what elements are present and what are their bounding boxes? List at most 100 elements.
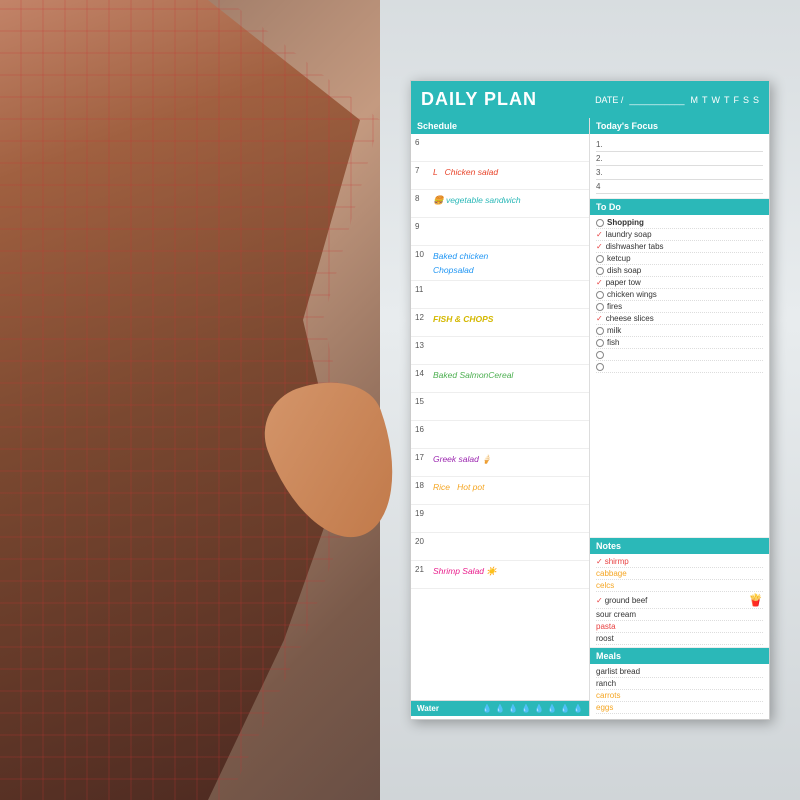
time-17: 17: [411, 451, 429, 462]
schedule-content-20: [429, 535, 589, 537]
schedule-content-9: [429, 220, 589, 222]
drop-8: 💧: [573, 704, 583, 713]
schedule-row-17: 17 Greek salad 🍦: [411, 449, 589, 477]
todo-checkbox-shopping: [596, 219, 604, 227]
note-item-groundbeef: ✓ ground beef 🍟: [596, 592, 763, 609]
schedule-row-7: 7 L Chicken salad: [411, 162, 589, 190]
schedule-content-21: Shrimp Salad ☀️: [429, 563, 589, 579]
daily-planner: DAILY PLAN DATE / ___________ M T W T F …: [410, 80, 770, 720]
schedule-row-16: 16: [411, 421, 589, 449]
meal-17: Greek salad 🍦: [433, 454, 492, 464]
meals-area: garlist bread ranch carrots eggs: [590, 664, 769, 716]
time-12: 12: [411, 311, 429, 322]
todo-item-dishwasher: ✓ dishwasher tabs: [596, 241, 763, 253]
schedule-row-21: 21 Shrimp Salad ☀️: [411, 561, 589, 589]
note-item-cabbage: cabbage: [596, 568, 763, 580]
schedule-content-7: L Chicken salad: [429, 164, 589, 180]
todo-checkbox-dishsoap: [596, 267, 604, 275]
schedule-row-15: 15: [411, 393, 589, 421]
time-14: 14: [411, 367, 429, 378]
schedule-content-11: [429, 283, 589, 285]
day-s: S: [743, 95, 749, 105]
todo-text-papertow: paper tow: [606, 278, 641, 287]
schedule-content-12: FISH & CHOPS: [429, 311, 589, 327]
schedule-row-14: 14 Baked SalmonCereal: [411, 365, 589, 393]
date-line: ___________: [629, 95, 684, 105]
schedule-content-13: [429, 339, 589, 341]
todo-item-fires: fires: [596, 301, 763, 313]
schedule-content-16: [429, 423, 589, 425]
schedule-row-20: 20: [411, 533, 589, 561]
todo-item-milk: milk: [596, 325, 763, 337]
meal-item-eggs: eggs: [596, 702, 763, 714]
note-check-shirmp: ✓: [596, 557, 603, 566]
note-item-shirmp: ✓ shirmp: [596, 556, 763, 568]
todo-item-shopping: Shopping: [596, 217, 763, 229]
todo-text-chicken: chicken wings: [607, 290, 657, 299]
todo-item-laundry: ✓ laundry soap: [596, 229, 763, 241]
todo-header: To Do: [590, 199, 769, 215]
planner-title: DAILY PLAN: [421, 89, 537, 110]
todo-checkbox-chicken: [596, 291, 604, 299]
planner-body: Schedule 6 7 L Chicken salad 8: [411, 118, 769, 716]
todo-text-ketcup: ketcup: [607, 254, 631, 263]
meal-10: Baked chickenChopsalad: [433, 251, 488, 275]
day-w: W: [711, 95, 720, 105]
todo-item-cheese: ✓ cheese slices: [596, 313, 763, 325]
note-text-roost: roost: [596, 634, 614, 643]
todo-text-cheese: cheese slices: [606, 314, 654, 323]
note-text-celcs: celcs: [596, 581, 614, 590]
drop-7: 💧: [560, 704, 570, 713]
note-item-roost: roost: [596, 633, 763, 645]
todo-text-shopping: Shopping: [607, 218, 644, 227]
note-text-pasta: pasta: [596, 622, 616, 631]
fries-sticker: 🍟: [748, 593, 763, 607]
time-11: 11: [411, 283, 429, 294]
meal-14: Baked SalmonCereal: [433, 370, 513, 380]
todo-check-laundry: ✓: [596, 230, 603, 239]
schedule-content-6: [429, 136, 589, 138]
schedule-row-9: 9: [411, 218, 589, 246]
todo-item-empty2: [596, 361, 763, 373]
day-m: M: [690, 95, 698, 105]
schedule-row-13: 13: [411, 337, 589, 365]
drop-2: 💧: [495, 704, 505, 713]
water-drops: 💧 💧 💧 💧 💧 💧 💧 💧: [482, 704, 583, 713]
focus-line-4: 4: [596, 180, 763, 194]
todo-check-papertow: ✓: [596, 278, 603, 287]
time-9: 9: [411, 220, 429, 231]
todo-item-fish: fish: [596, 337, 763, 349]
schedule-row-6: 6: [411, 134, 589, 162]
focus-line-3: 3.: [596, 166, 763, 180]
date-label: DATE /: [595, 95, 623, 105]
time-7: 7: [411, 164, 429, 175]
schedule-content-14: Baked SalmonCereal: [429, 367, 589, 383]
drop-5: 💧: [534, 704, 544, 713]
schedule-row-19: 19: [411, 505, 589, 533]
water-label: Water: [417, 704, 439, 713]
schedule-content-17: Greek salad 🍦: [429, 451, 589, 467]
todo-text-fires: fires: [607, 302, 622, 311]
note-text-cabbage: cabbage: [596, 569, 627, 578]
day-f: F: [733, 95, 739, 105]
schedule-content-15: [429, 395, 589, 397]
schedule-row-8: 8 🍔 vegetable sandwich: [411, 190, 589, 218]
meal-18: Rice Hot pot: [433, 482, 485, 492]
todo-checkbox-fish: [596, 339, 604, 347]
meals-header: Meals: [590, 648, 769, 664]
water-section: Water 💧 💧 💧 💧 💧 💧 💧 💧: [411, 700, 589, 716]
todo-item-papertow: ✓ paper tow: [596, 277, 763, 289]
todo-item-dishsoap: dish soap: [596, 265, 763, 277]
schedule-row-11: 11: [411, 281, 589, 309]
time-10: 10: [411, 248, 429, 259]
note-item-sourcream: sour cream: [596, 609, 763, 621]
focus-line-2: 2.: [596, 152, 763, 166]
meal-7: L Chicken salad: [433, 167, 498, 177]
time-20: 20: [411, 535, 429, 546]
schedule-row-10: 10 Baked chickenChopsalad: [411, 246, 589, 281]
focus-header: Today's Focus: [590, 118, 769, 134]
time-15: 15: [411, 395, 429, 406]
notes-area: ✓ shirmp cabbage celcs ✓ ground beef 🍟 s…: [590, 554, 769, 648]
note-text-shirmp: shirmp: [605, 557, 629, 566]
drop-6: 💧: [547, 704, 557, 713]
